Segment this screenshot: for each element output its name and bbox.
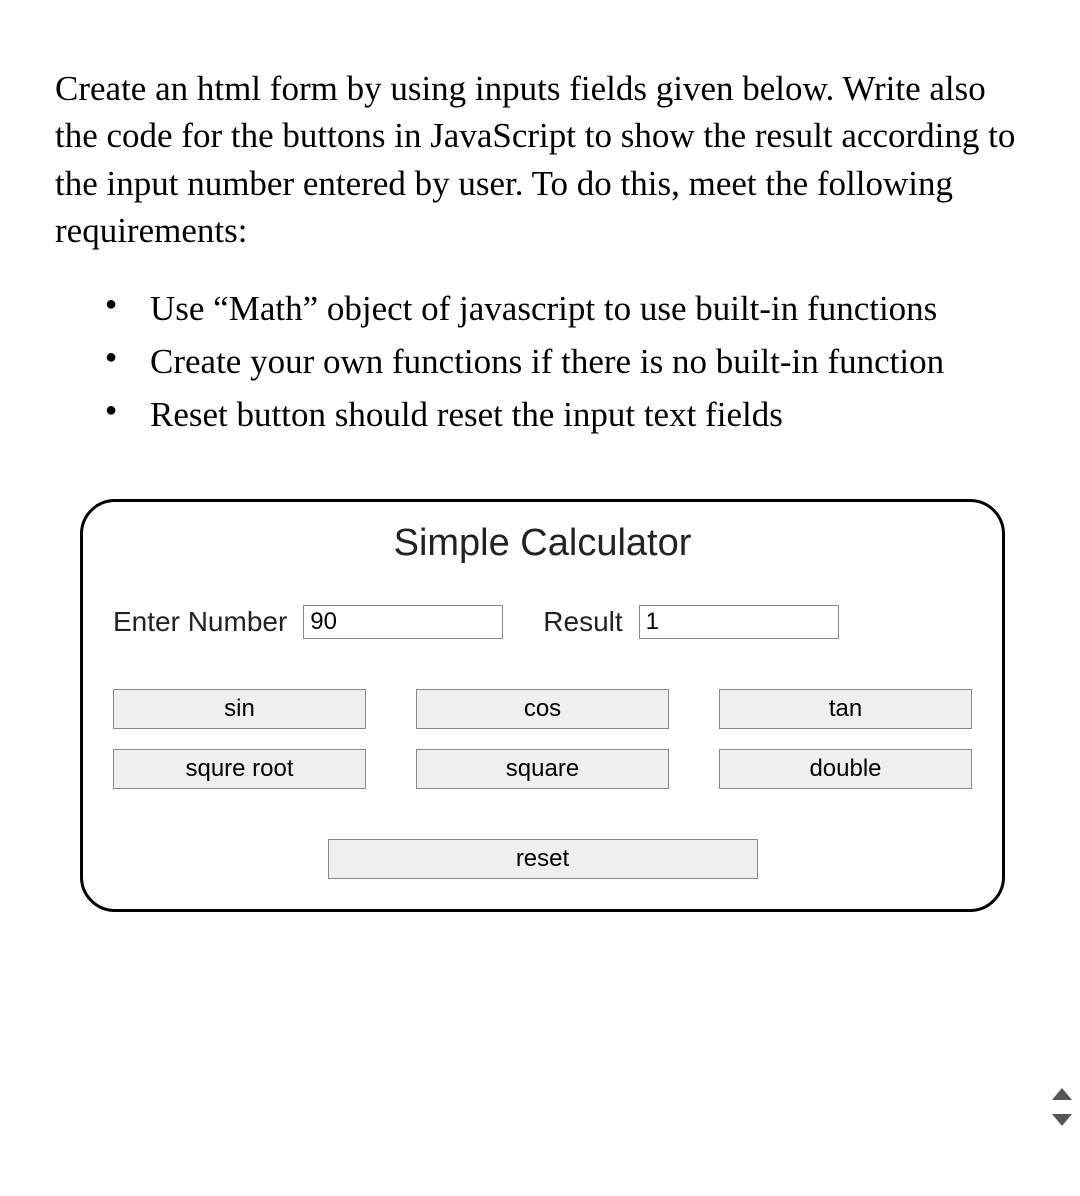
list-item: Reset button should reset the input text…: [55, 390, 1030, 439]
sin-button[interactable]: sin: [113, 689, 366, 729]
square-button[interactable]: square: [416, 749, 669, 789]
scroll-up-icon: [1052, 1088, 1072, 1100]
enter-number-input[interactable]: [303, 605, 503, 639]
scroll-down-icon: [1052, 1114, 1072, 1126]
calculator-panel: Simple Calculator Enter Number Result si…: [80, 499, 1005, 912]
scroll-indicator[interactable]: [1052, 1088, 1072, 1126]
calculator-title: Simple Calculator: [113, 522, 972, 565]
list-item: Use “Math” object of javascript to use b…: [55, 284, 1030, 333]
cos-button[interactable]: cos: [416, 689, 669, 729]
intro-paragraph: Create an html form by using inputs fiel…: [55, 65, 1030, 254]
reset-button[interactable]: reset: [328, 839, 758, 879]
requirements-list: Use “Math” object of javascript to use b…: [55, 284, 1030, 439]
result-label: Result: [543, 606, 622, 638]
result-input[interactable]: [639, 605, 839, 639]
sqrt-button[interactable]: squre root: [113, 749, 366, 789]
list-item: Create your own functions if there is no…: [55, 337, 1030, 386]
tan-button[interactable]: tan: [719, 689, 972, 729]
input-row: Enter Number Result: [113, 605, 972, 639]
button-grid: sin cos tan squre root square double: [113, 689, 972, 789]
double-button[interactable]: double: [719, 749, 972, 789]
enter-number-label: Enter Number: [113, 606, 287, 638]
